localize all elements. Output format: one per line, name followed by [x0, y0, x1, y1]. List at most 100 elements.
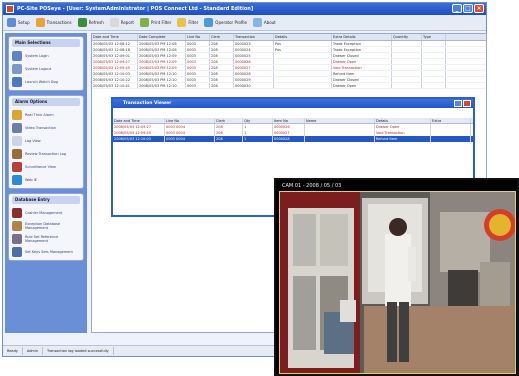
log-view-icon — [12, 135, 22, 146]
toolbar-item-filter[interactable]: Filter — [177, 18, 198, 27]
viewer-column-header[interactable]: Qty — [243, 118, 273, 123]
toolbar-item-label: About — [263, 20, 276, 25]
table-cell — [422, 83, 446, 88]
grid-body: 2008/05/03 12:08:12 2008/05/03 PM 12:08 00… — [92, 41, 486, 89]
sidebar-panel-title: Database Entry — [12, 196, 80, 204]
table-cell: 2008/05/03 12:08:12 — [92, 41, 138, 46]
status-ready: Ready — [7, 347, 23, 355]
table-cell — [274, 53, 332, 58]
watchdog-icon — [12, 76, 22, 87]
title-bar: PC-Site POSeye - [User: SystemAdministra… — [3, 3, 486, 15]
viewer-column-header[interactable]: Item No — [273, 118, 305, 123]
sidebar-item-video-transaction[interactable]: Video Transaction — [12, 121, 80, 134]
table-cell: 2008/05/03 PM 12:09 — [138, 65, 186, 70]
table-cell: 208 — [210, 65, 234, 70]
maximize-button[interactable]: □ — [463, 4, 473, 13]
toolbar-item-print-filter[interactable]: Print Filter — [140, 18, 171, 27]
sidebar-item-label: Log View — [25, 138, 41, 143]
sidebar-item-label: Launch Watch Dog — [25, 79, 58, 84]
table-cell — [392, 83, 422, 88]
grid-column-header[interactable]: Transaction — [234, 34, 274, 40]
close-button[interactable]: × — [474, 4, 484, 13]
table-cell: 0003 — [186, 77, 210, 82]
table-cell: 0003 — [186, 71, 210, 76]
minimize-button[interactable]: _ — [452, 4, 462, 13]
sidebar-item-system-logout[interactable]: System Logout — [12, 62, 80, 75]
table-cell — [274, 65, 332, 70]
table-cell: 2008/05/03 12:10:22 — [92, 77, 138, 82]
table-cell: Refund Item — [332, 71, 392, 76]
table-cell: 0003 — [186, 83, 210, 88]
grid-column-header[interactable]: Date Complete — [138, 34, 186, 40]
ruleset-icon — [12, 233, 22, 244]
table-cell — [422, 59, 446, 64]
transactions-icon — [35, 18, 45, 27]
toolbar-item-report[interactable]: Report — [109, 18, 134, 27]
toolbar-item-about[interactable]: About — [252, 18, 276, 27]
sidebar-item-launch-watch-dog[interactable]: Launch Watch Dog — [12, 75, 80, 88]
viewer-column-header[interactable]: Name — [305, 118, 375, 123]
sidebar-panel: Main Selections System Login System Logout… — [8, 36, 84, 91]
sidebar-item-review-transaction-log[interactable]: Review Transaction Log — [12, 147, 80, 160]
sidebar-item-rule-set-reference-management[interactable]: Rule Set Reference Management — [12, 232, 80, 245]
sidebar-item-web-ie[interactable]: Web IE — [12, 173, 80, 186]
web-ie-icon — [12, 174, 22, 185]
viewer-row[interactable]: 2008/05/03 12:10:03 0003 0004 208 1 0000028 R… — [113, 136, 473, 142]
grid-column-header[interactable]: Clerk — [210, 34, 234, 40]
table-cell: 2008/05/03 12:09:01 — [92, 53, 138, 58]
transaction-viewer-title-bar[interactable]: Transaction Viewer — [113, 99, 473, 108]
sidebar-panel: Alarm Options Real Time Alarm Video Transa… — [8, 95, 84, 189]
toolbar: Setup Transactions Refresh Report Print Filt… — [3, 15, 486, 31]
table-cell: Pos — [274, 41, 332, 46]
grid-column-header[interactable]: Extra Details — [332, 34, 392, 40]
alarm-icon — [12, 109, 22, 120]
table-cell: 2008/05/03 PM 12:09 — [138, 53, 186, 58]
table-row[interactable]: 2008/05/03 12:10:41 2008/05/03 PM 12:10 00… — [92, 83, 486, 89]
toolbar-item-transactions[interactable]: Transactions — [35, 18, 72, 27]
table-cell — [422, 47, 446, 52]
table-cell: 208 — [210, 41, 234, 46]
sidebar-item-log-view[interactable]: Log View — [12, 134, 80, 147]
toolbar-item-label: Print Filter — [151, 20, 172, 25]
transaction-viewer-maximize-button[interactable] — [454, 100, 462, 107]
viewer-column-header[interactable]: Date and Time — [113, 118, 165, 123]
sidebar-item-system-login[interactable]: System Login — [12, 49, 80, 62]
transaction-viewer-body: 2008/05/03 12:09:27 0003 0004 208 1 0000026 D… — [113, 124, 473, 142]
about-icon — [252, 18, 262, 27]
table-cell: 208 — [210, 47, 234, 52]
table-cell: 0003 — [186, 53, 210, 58]
grid-column-header[interactable]: Quantity — [392, 34, 422, 40]
viewer-column-header[interactable]: Details — [375, 118, 431, 123]
grid-column-header[interactable]: Date and Time — [92, 34, 138, 40]
grid-column-header[interactable]: Type — [422, 34, 446, 40]
sidebar-item-label: Cashier Management — [25, 210, 63, 215]
toolbar-item-label: Setup — [18, 20, 30, 25]
sidebar-item-exception-database-management[interactable]: Exception Database Management — [12, 219, 80, 232]
toolbar-item-refresh[interactable]: Refresh — [77, 18, 104, 27]
video-title: CAM 01 - 2008 / 05 / 03 — [282, 183, 342, 189]
sidebar-item-label: Web IE — [25, 177, 37, 182]
table-cell: 2008/05/03 12:09:45 — [92, 65, 138, 70]
table-cell: 208 — [210, 77, 234, 82]
toolbar-item-setup[interactable]: Setup — [7, 18, 30, 27]
viewer-column-header[interactable]: Line No — [165, 118, 215, 123]
sidebar-item-label: Exception Database Management — [25, 221, 61, 230]
viewer-cell: Refund Item — [375, 136, 431, 142]
transaction-viewer-close-button[interactable] — [463, 100, 471, 107]
sidebar-panel: Database Entry Cashier Management Exceptio… — [8, 193, 84, 261]
table-cell — [392, 71, 422, 76]
table-cell — [274, 83, 332, 88]
sidebar-item-surveillance-view[interactable]: Surveillance View — [12, 160, 80, 173]
table-cell: 0000028 — [234, 71, 274, 76]
viewer-cell: 0000028 — [273, 136, 305, 142]
sidebar-item-real-time-alarm[interactable]: Real Time Alarm — [12, 108, 80, 121]
sidebar-item-cashier-management[interactable]: Cashier Management — [12, 206, 80, 219]
grid-column-header[interactable]: Details — [274, 34, 332, 40]
viewer-column-header[interactable]: Clerk — [215, 118, 243, 123]
table-cell: 208 — [210, 83, 234, 88]
sidebar-item-set-keys-sets-management[interactable]: Set Keys Sets Management — [12, 245, 80, 258]
toolbar-item-operator-profile[interactable]: Operator Profile — [204, 18, 247, 27]
viewer-column-header[interactable]: Extra — [431, 118, 471, 123]
grid-column-header[interactable]: Line No — [186, 34, 210, 40]
video-preview-window[interactable]: CAM 01 - 2008 / 05 / 03 — [274, 178, 519, 376]
